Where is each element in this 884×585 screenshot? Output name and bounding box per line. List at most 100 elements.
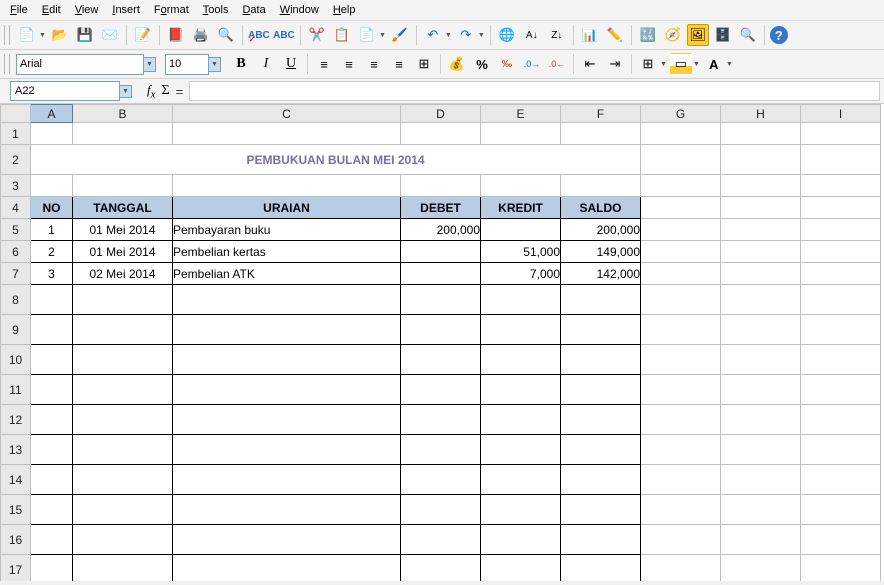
equals-button[interactable]: =	[176, 84, 184, 99]
cell[interactable]	[641, 219, 721, 241]
cell[interactable]	[641, 555, 721, 582]
cell[interactable]	[31, 285, 73, 315]
row-header[interactable]: 9	[1, 315, 31, 345]
align-left-button[interactable]: ≡	[313, 53, 335, 75]
cell[interactable]	[641, 375, 721, 405]
cell[interactable]	[721, 175, 801, 197]
cell[interactable]	[31, 315, 73, 345]
data-cell[interactable]: 149,000	[561, 241, 641, 263]
cell[interactable]	[801, 123, 881, 145]
col-header-g[interactable]: G	[641, 105, 721, 123]
data-cell[interactable]: 02 Mei 2014	[73, 263, 173, 285]
row-header[interactable]: 2	[1, 145, 31, 175]
new-doc-button[interactable]: 📄	[16, 24, 38, 46]
data-cell[interactable]: Pembayaran buku	[173, 219, 401, 241]
cell[interactable]	[481, 495, 561, 525]
row-header[interactable]: 10	[1, 345, 31, 375]
cell[interactable]	[641, 123, 721, 145]
cell[interactable]	[721, 315, 801, 345]
data-cell[interactable]	[481, 219, 561, 241]
cell[interactable]	[721, 123, 801, 145]
data-cell[interactable]: 200,000	[401, 219, 481, 241]
cell[interactable]	[801, 285, 881, 315]
cell[interactable]	[73, 465, 173, 495]
export-pdf-button[interactable]: 📕	[165, 24, 187, 46]
decrease-indent-button[interactable]: ⇤	[579, 53, 601, 75]
font-name-dropdown[interactable]: ▼	[143, 57, 156, 72]
cell[interactable]	[641, 465, 721, 495]
cell[interactable]	[31, 175, 73, 197]
menu-insert[interactable]: Insert	[106, 2, 146, 18]
select-all-corner[interactable]	[1, 105, 31, 123]
bold-button[interactable]: B	[230, 54, 252, 75]
col-header-c[interactable]: C	[173, 105, 401, 123]
cell[interactable]	[481, 465, 561, 495]
header-saldo[interactable]: SALDO	[561, 197, 641, 219]
undo-dropdown[interactable]: ▼	[445, 32, 452, 39]
cell[interactable]	[173, 345, 401, 375]
col-header-e[interactable]: E	[481, 105, 561, 123]
cell[interactable]	[561, 435, 641, 465]
cell[interactable]	[721, 219, 801, 241]
cell[interactable]	[401, 375, 481, 405]
cell[interactable]	[481, 123, 561, 145]
cell[interactable]	[31, 525, 73, 555]
col-header-a[interactable]: A	[31, 105, 73, 123]
menu-format[interactable]: Format	[148, 2, 195, 18]
cell[interactable]	[641, 263, 721, 285]
cell[interactable]	[73, 435, 173, 465]
cell[interactable]	[481, 375, 561, 405]
navigator-button[interactable]: 🧭	[662, 24, 684, 46]
cell[interactable]	[561, 525, 641, 555]
cell[interactable]	[801, 219, 881, 241]
cell[interactable]	[173, 375, 401, 405]
col-header-f[interactable]: F	[561, 105, 641, 123]
data-cell[interactable]: 2	[31, 241, 73, 263]
add-decimal-button[interactable]: .0→	[521, 53, 543, 75]
cell[interactable]	[31, 405, 73, 435]
font-size-dropdown[interactable]: ▼	[208, 57, 221, 72]
standard-format-button[interactable]: ‰	[496, 53, 518, 75]
title-cell[interactable]: PEMBUKUAN BULAN MEI 2014	[31, 145, 641, 175]
name-box[interactable]	[10, 81, 120, 101]
underline-button[interactable]: U	[280, 54, 302, 75]
row-header[interactable]: 7	[1, 263, 31, 285]
cell[interactable]	[641, 285, 721, 315]
datasources-button[interactable]: 🗄️	[712, 24, 734, 46]
cell[interactable]	[641, 345, 721, 375]
spellcheck-button[interactable]: ABC✓	[248, 24, 270, 46]
cell[interactable]	[401, 555, 481, 582]
data-cell[interactable]	[401, 241, 481, 263]
data-cell[interactable]: 1	[31, 219, 73, 241]
cell[interactable]	[481, 555, 561, 582]
undo-button[interactable]: ↶	[422, 24, 444, 46]
cell[interactable]	[73, 555, 173, 582]
menu-edit[interactable]: Edit	[36, 2, 67, 18]
bgcolor-dropdown[interactable]: ▼	[693, 61, 700, 68]
cell[interactable]	[173, 525, 401, 555]
cell[interactable]	[401, 315, 481, 345]
function-wizard-button[interactable]: fx	[147, 82, 155, 101]
font-size-combo[interactable]	[165, 54, 209, 75]
cell[interactable]	[173, 405, 401, 435]
cell[interactable]	[641, 175, 721, 197]
menu-tools[interactable]: Tools	[197, 2, 235, 18]
format-paintbrush-button[interactable]: 🖌️	[389, 24, 411, 46]
cell[interactable]	[481, 285, 561, 315]
chart-button[interactable]: 📊	[579, 24, 601, 46]
bgcolor-button[interactable]: ▭	[670, 53, 692, 75]
cell[interactable]	[31, 123, 73, 145]
cell[interactable]	[401, 525, 481, 555]
cell[interactable]	[641, 435, 721, 465]
row-header[interactable]: 1	[1, 123, 31, 145]
redo-dropdown[interactable]: ▼	[478, 32, 485, 39]
find-button[interactable]: 🔣	[637, 24, 659, 46]
data-cell[interactable]: 01 Mei 2014	[73, 219, 173, 241]
copy-button[interactable]: 📋	[331, 24, 353, 46]
cell[interactable]	[173, 435, 401, 465]
cell[interactable]	[73, 525, 173, 555]
cell[interactable]	[641, 197, 721, 219]
cell[interactable]	[481, 525, 561, 555]
cell[interactable]	[561, 375, 641, 405]
align-center-button[interactable]: ≡	[338, 53, 360, 75]
